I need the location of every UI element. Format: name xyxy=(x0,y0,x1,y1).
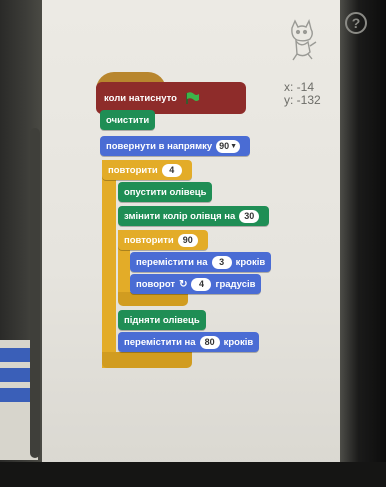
repeat-inner-count-input[interactable]: 90 xyxy=(177,233,198,247)
repeat-outer-block[interactable]: повторити 4 xyxy=(102,160,192,180)
pen-down-label: опустити олівець xyxy=(124,186,207,198)
move-inner-label: перемістити на xyxy=(136,256,208,268)
pen-up-block[interactable]: підняти олівець xyxy=(118,310,206,330)
move-inner-steps-input[interactable]: 3 xyxy=(211,255,232,269)
help-label: ? xyxy=(351,15,361,31)
turn-label: поворот xyxy=(136,278,176,290)
repeat-outer-arm xyxy=(102,160,116,368)
repeat-inner-block[interactable]: повторити 90 xyxy=(118,230,208,250)
pen-down-block[interactable]: опустити олівець xyxy=(118,182,213,202)
palette-block[interactable] xyxy=(0,388,34,402)
clear-label: очистити xyxy=(106,114,150,126)
move-steps-outer-block[interactable]: перемістити на 80 кроків xyxy=(118,332,260,352)
repeat-outer-label: повторити xyxy=(108,164,158,176)
sprite-y-coordinate: y: -132 xyxy=(284,93,321,107)
sprite-thumbnail-icon xyxy=(291,18,317,61)
palette-scrollbar[interactable] xyxy=(30,128,40,458)
pen-up-label: підняти олівець xyxy=(124,314,200,326)
palette-block[interactable] xyxy=(0,368,34,382)
screen-bottom-edge xyxy=(0,462,386,487)
clear-block[interactable]: очистити xyxy=(100,110,156,130)
move-outer-label: перемістити на xyxy=(124,336,196,348)
change-color-label: змінити колір олівця на xyxy=(124,210,236,222)
move-outer-steps-input[interactable]: 80 xyxy=(199,335,220,349)
repeat-outer-count-input[interactable]: 4 xyxy=(161,163,182,177)
change-pen-color-block[interactable]: змінити колір олівця на 30 xyxy=(118,206,270,226)
direction-value: 90 xyxy=(219,141,230,151)
repeat-inner-label: повторити xyxy=(124,234,174,246)
move-outer-suffix: кроків xyxy=(223,336,254,348)
turn-degrees-input[interactable]: 4 xyxy=(191,277,212,291)
repeat-outer-foot[interactable] xyxy=(102,352,192,368)
rotate-cw-icon: ↻ xyxy=(179,278,188,290)
repeat-inner-foot[interactable] xyxy=(118,292,188,306)
sprite-x-coordinate: x: -14 xyxy=(284,80,315,94)
point-in-direction-block[interactable]: повернути в напрямку 90 ▼ xyxy=(100,136,251,156)
direction-input[interactable]: 90 ▼ xyxy=(216,139,241,153)
dropdown-arrow-icon: ▼ xyxy=(230,142,238,150)
turn-block[interactable]: поворот ↻ 4 градусів xyxy=(130,274,262,294)
green-flag-icon xyxy=(186,92,199,104)
move-inner-suffix: кроків xyxy=(235,256,266,268)
palette-block[interactable] xyxy=(0,348,34,362)
point-label: повернути в напрямку xyxy=(106,140,213,152)
pen-color-input[interactable]: 30 xyxy=(239,209,260,223)
screen-edge xyxy=(340,0,386,487)
turn-suffix: градусів xyxy=(215,278,256,290)
move-steps-inner-block[interactable]: перемістити на 3 кроків xyxy=(130,252,272,272)
help-button[interactable]: ? xyxy=(345,12,367,34)
hat-label: коли натиснуто xyxy=(104,92,177,104)
